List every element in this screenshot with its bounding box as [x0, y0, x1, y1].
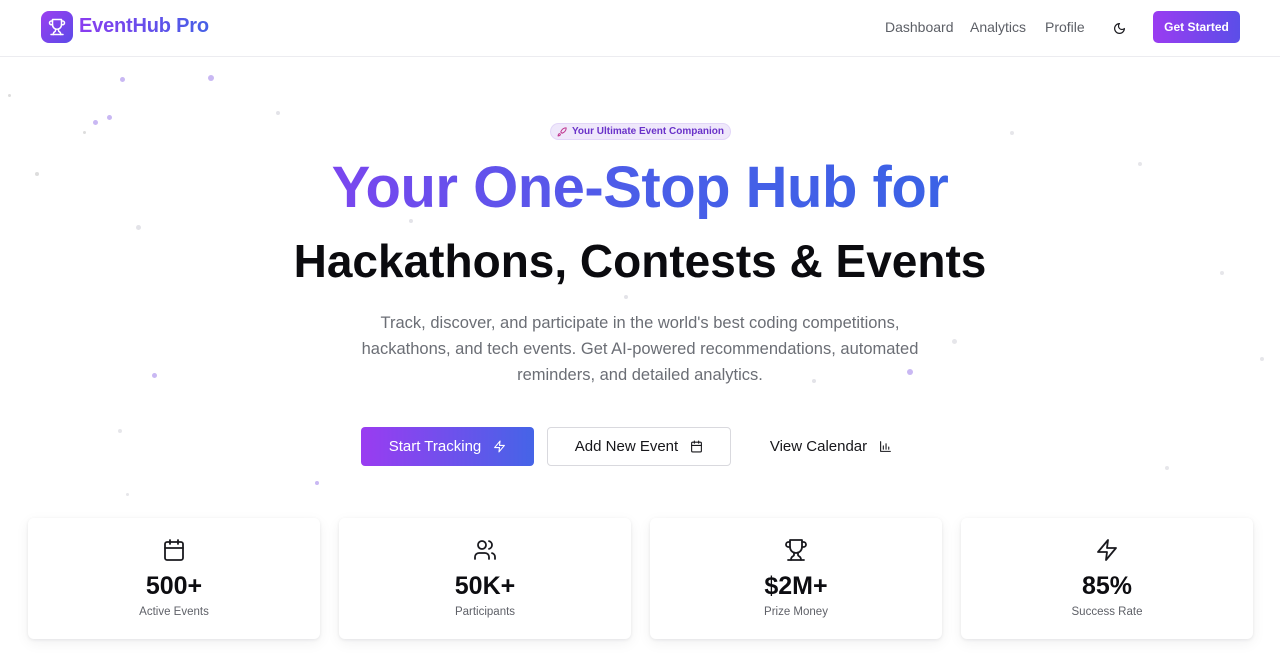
stat-card-success: 85% Success Rate	[961, 518, 1253, 639]
stat-label: Success Rate	[1071, 606, 1143, 618]
rocket-icon	[557, 126, 567, 136]
view-calendar-label: View Calendar	[769, 438, 868, 455]
lightning-icon	[1097, 539, 1117, 561]
view-calendar-button[interactable]: View Calendar	[755, 427, 907, 466]
hero-title: Your One-Stop Hub for	[0, 155, 1280, 221]
stat-label: Prize Money	[764, 606, 828, 618]
nav-analytics[interactable]: Analytics	[970, 19, 1026, 35]
stat-label: Participants	[454, 606, 516, 618]
start-tracking-button[interactable]: Start Tracking	[361, 427, 534, 466]
stat-card-events: 500+ Active Events	[28, 518, 320, 639]
hero-badge-label: Your Ultimate Event Companion	[571, 126, 725, 137]
add-new-event-button[interactable]: Add New Event	[547, 427, 731, 466]
nav-profile[interactable]: Profile	[1045, 19, 1085, 35]
start-tracking-label: Start Tracking	[388, 438, 482, 455]
stat-value: $2M+	[764, 572, 828, 600]
bar-chart-icon	[880, 441, 892, 452]
brand-name[interactable]: EventHub Pro	[79, 15, 209, 38]
moon-icon[interactable]	[1109, 18, 1129, 38]
add-new-event-label: Add New Event	[574, 438, 679, 455]
stat-value: 50K+	[454, 572, 516, 600]
get-started-button[interactable]: Get Started	[1153, 11, 1240, 43]
hero-title-line1: Your One-Stop Hub for	[331, 155, 949, 220]
stat-card-participants: 50K+ Participants	[339, 518, 631, 639]
trophy-icon	[785, 539, 807, 561]
stat-value: 500+	[145, 572, 203, 600]
stat-label: Active Events	[139, 606, 209, 618]
top-navbar: EventHub Pro Dashboard Analytics Profile…	[0, 0, 1280, 57]
stat-card-prize: $2M+ Prize Money	[650, 518, 942, 639]
lightning-icon	[494, 440, 506, 453]
stat-value: 85%	[1081, 572, 1133, 600]
hero-description: Track, discover, and participate in the …	[361, 314, 919, 384]
hero-subtitle: Hackathons, Contests & Events	[293, 235, 987, 287]
nav-dashboard[interactable]: Dashboard	[885, 19, 954, 35]
hero-badge: Your Ultimate Event Companion	[550, 123, 731, 140]
calendar-icon	[691, 440, 703, 453]
trophy-icon[interactable]	[41, 11, 73, 43]
calendar-icon	[164, 539, 184, 561]
users-icon	[474, 540, 496, 560]
